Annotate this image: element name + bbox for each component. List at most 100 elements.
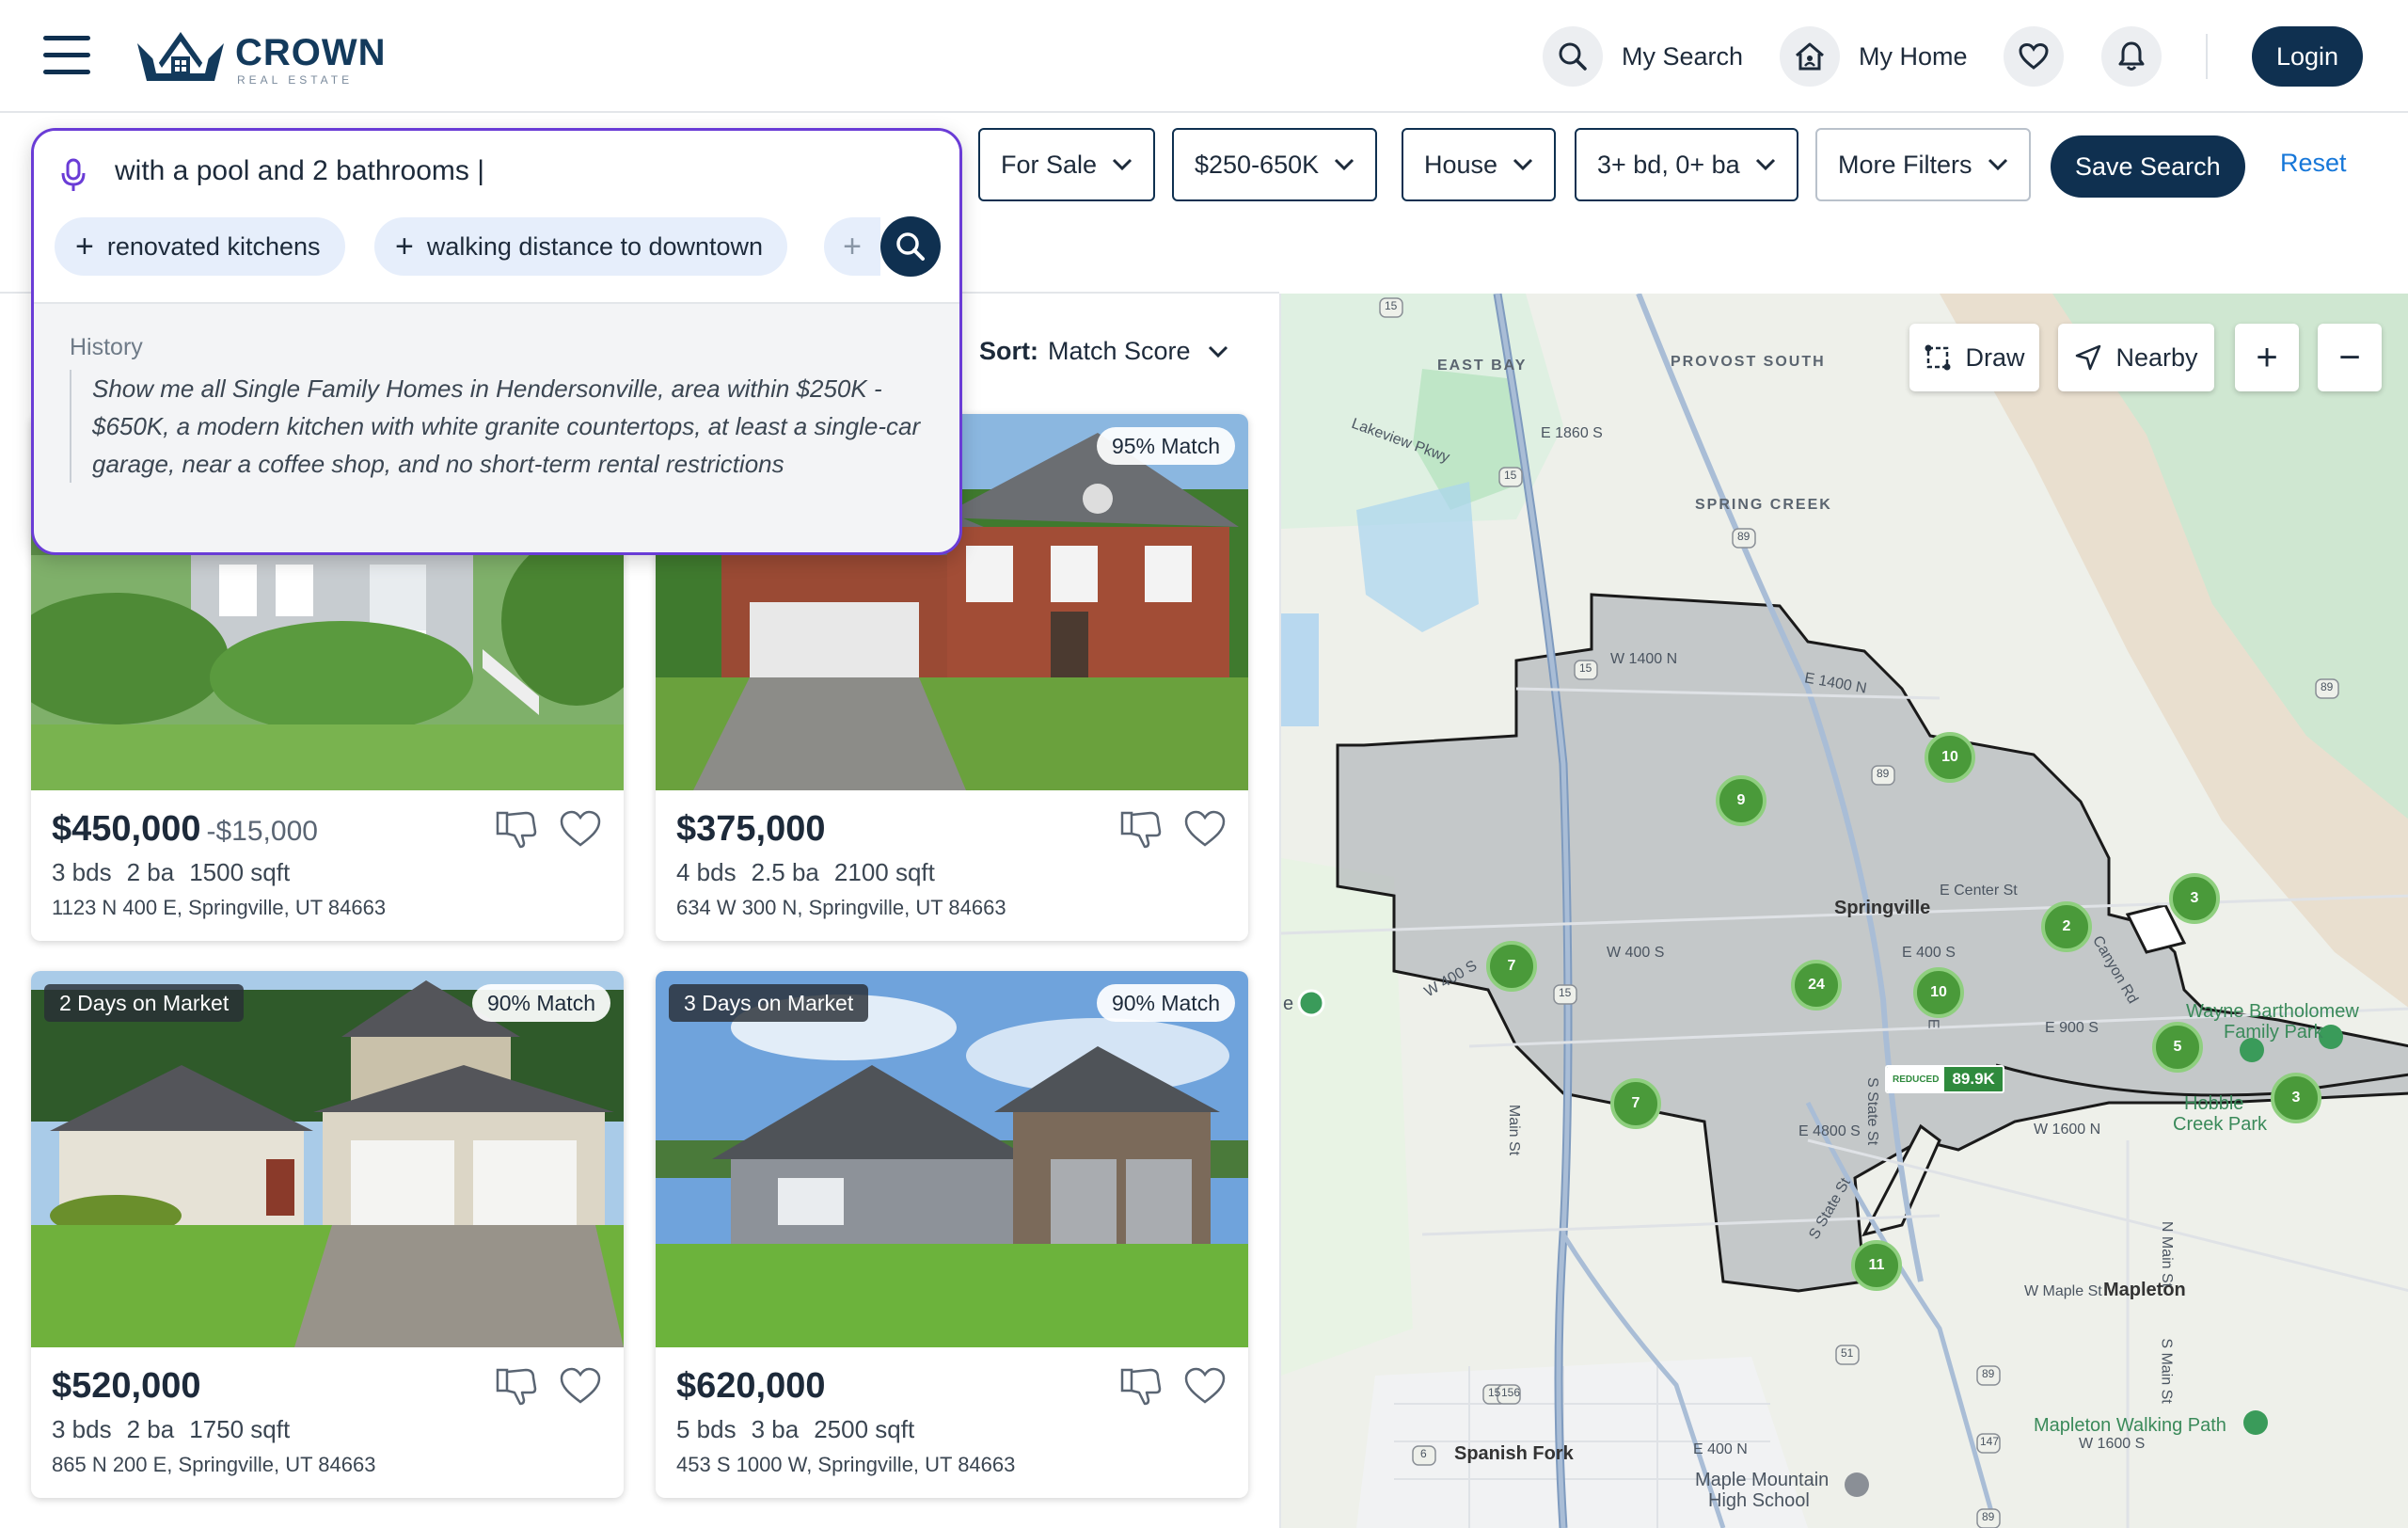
navigation-arrow-icon: [2076, 344, 2101, 371]
microphone-icon[interactable]: [60, 157, 87, 193]
map-label: E 400 S: [1902, 945, 1956, 961]
logo[interactable]: CROWN REAL ESTATE: [134, 26, 386, 89]
price-filter[interactable]: $250-650K: [1172, 128, 1378, 201]
map-cluster[interactable]: 3: [2169, 873, 2220, 924]
map-cluster[interactable]: 7: [1610, 1078, 1661, 1129]
listing-card[interactable]: 3 Days on Market 90% Match $620,000 5 bd…: [656, 971, 1248, 1498]
thumbs-down-icon[interactable]: [1118, 1366, 1165, 1406]
more-filters-label: More Filters: [1838, 150, 1972, 179]
listing-photo[interactable]: 2 Days on Market 90% Match: [31, 971, 624, 1347]
heart-icon: [2004, 26, 2064, 87]
more-filters-button[interactable]: More Filters: [1815, 128, 2031, 201]
map-label: E 400 N: [1693, 1441, 1748, 1457]
heart-icon[interactable]: [558, 1366, 603, 1406]
map-label: S Main St: [2158, 1338, 2175, 1404]
map-cluster[interactable]: 7: [1486, 941, 1537, 992]
days-on-market-badge: 2 Days on Market: [44, 984, 245, 1022]
map-label: S State St: [1864, 1076, 1881, 1146]
map-cluster[interactable]: 2: [2041, 901, 2092, 952]
sort-dropdown[interactable]: Sort: Match Score: [979, 337, 1228, 366]
nearby-button[interactable]: Nearby: [2058, 324, 2214, 391]
map-label: e: [1283, 994, 1294, 1014]
map-label: E 900 S: [2045, 1020, 2099, 1036]
listing-address[interactable]: 634 W 300 N, Springville, UT 84663: [676, 896, 1006, 920]
heart-icon[interactable]: [1182, 1366, 1228, 1406]
zoom-in-button[interactable]: +: [2235, 324, 2299, 391]
for-sale-filter[interactable]: For Sale: [978, 128, 1156, 201]
map-label: W 1600 N: [2034, 1122, 2101, 1138]
map-cluster[interactable]: 10: [1925, 732, 1975, 783]
chevron-down-icon: [1988, 158, 2007, 171]
route-shield: 6: [1420, 1447, 1427, 1460]
draw-button[interactable]: Draw: [1909, 324, 2039, 391]
beds-baths-label: 3+ bd, 0+ ba: [1597, 150, 1740, 179]
beds: 4 bds: [676, 858, 737, 886]
listing-card[interactable]: 2 Days on Market 90% Match $520,000 3 bd…: [31, 971, 624, 1498]
price-value: $450,000: [52, 809, 201, 849]
map-cluster[interactable]: 3: [2271, 1073, 2321, 1123]
header-divider: [2206, 34, 2208, 79]
save-search-button[interactable]: Save Search: [2051, 135, 2245, 198]
chevron-down-icon: [1335, 158, 1354, 171]
suggestion-chip[interactable]: + renovated kitchens: [55, 217, 345, 276]
map-cluster[interactable]: 24: [1791, 960, 1842, 1011]
heart-icon[interactable]: [1182, 809, 1228, 849]
add-chip-button[interactable]: +: [824, 217, 880, 276]
map-cluster[interactable]: 5: [2152, 1022, 2203, 1073]
listing-price: $375,000: [676, 809, 826, 850]
map-label: Maple Mountain: [1695, 1470, 1830, 1490]
notifications-button[interactable]: [2101, 26, 2162, 87]
draw-icon: [1925, 344, 1951, 371]
map-label: W Maple St: [2024, 1283, 2102, 1299]
listing-photo[interactable]: 3 Days on Market 90% Match: [656, 971, 1248, 1347]
baths: 3 ba: [751, 1415, 800, 1443]
crown-logo-icon: [137, 32, 224, 81]
match-badge: 95% Match: [1096, 427, 1235, 465]
search-submit-button[interactable]: [880, 216, 941, 277]
sqft: 2500 sqft: [814, 1415, 915, 1443]
listing-specs: 3 bds 2 ba 1500 sqft: [52, 858, 305, 887]
thumbs-down-icon[interactable]: [1118, 809, 1165, 849]
for-sale-label: For Sale: [1001, 150, 1098, 179]
map-label: E 4800 S: [1798, 1123, 1861, 1139]
login-button[interactable]: Login: [2252, 26, 2363, 87]
route-shield: 15: [1488, 1386, 1501, 1399]
beds: 5 bds: [676, 1415, 737, 1443]
search-input[interactable]: with a pool and 2 bathrooms |: [115, 155, 484, 187]
my-search-label: My Search: [1622, 41, 1744, 71]
history-item[interactable]: Show me all Single Family Homes in Hende…: [70, 370, 935, 483]
map-cluster[interactable]: 9: [1716, 775, 1766, 826]
heart-icon[interactable]: [558, 809, 603, 849]
route-shield: 89: [1982, 1510, 1995, 1523]
my-search-link[interactable]: My Search: [1543, 26, 1743, 87]
zoom-out-button[interactable]: −: [2318, 324, 2382, 391]
map-cluster[interactable]: 10: [1913, 967, 1964, 1018]
price-filter-label: $250-650K: [1195, 150, 1320, 179]
thumbs-down-icon[interactable]: [494, 1366, 541, 1406]
listing-address[interactable]: 865 N 200 E, Springville, UT 84663: [52, 1453, 375, 1477]
listing-address[interactable]: 1123 N 400 E, Springville, UT 84663: [52, 896, 386, 920]
plus-icon: +: [75, 229, 94, 264]
home-type-filter[interactable]: House: [1402, 128, 1557, 201]
map-label: W 1400 N: [1610, 651, 1678, 667]
map-cluster[interactable]: 11: [1851, 1240, 1902, 1291]
route-shield: 147: [1980, 1435, 2000, 1448]
map-label: PROVOST SOUTH: [1671, 354, 1826, 370]
map-price-pin[interactable]: REDUCED 89.9K: [1885, 1065, 2004, 1093]
map-view[interactable]: 15 15 15 15 15 89 89 89 89 51 6 156 147 …: [1279, 294, 2408, 1528]
beds-baths-filter[interactable]: 3+ bd, 0+ ba: [1575, 128, 1798, 201]
thumbs-down-icon[interactable]: [494, 809, 541, 849]
route-shield: 89: [1737, 530, 1751, 543]
route-shield: 15: [1504, 469, 1517, 482]
favorites-button[interactable]: [2004, 26, 2064, 87]
suggestion-chip[interactable]: + walking distance to downtown: [374, 217, 788, 276]
menu-icon[interactable]: [43, 36, 90, 77]
map-label: E Center St: [1940, 883, 2018, 899]
listing-address[interactable]: 453 S 1000 W, Springville, UT 84663: [676, 1453, 1015, 1477]
ai-search-popover: with a pool and 2 bathrooms | + renovate…: [31, 128, 962, 555]
chip-label: walking distance to downtown: [426, 231, 764, 261]
map-label: W 400 S: [1607, 945, 1665, 961]
reset-link[interactable]: Reset: [2280, 149, 2347, 178]
my-home-link[interactable]: My Home: [1780, 26, 1968, 87]
map-label: Mapleton Walking Path: [2034, 1415, 2226, 1436]
